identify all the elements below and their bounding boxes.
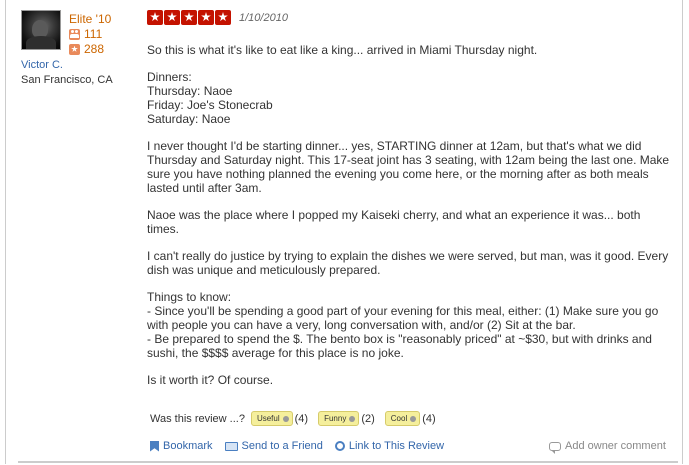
link-to-review-label: Link to This Review (348, 440, 445, 452)
vote-dot-icon (410, 415, 417, 422)
review-paragraph: Is it worth it? Of course. (147, 373, 274, 387)
mail-icon (224, 441, 238, 451)
elite-badge[interactable]: Elite '10 (69, 12, 111, 26)
cool-button[interactable]: Cool (384, 411, 421, 426)
reviews-count-value: 288 (84, 42, 105, 56)
send-to-friend-link[interactable]: Send to a Friend (224, 440, 323, 452)
bookmark-label: Bookmark (163, 440, 213, 452)
review-paragraph: So this is what it's like to eat like a … (147, 43, 538, 57)
review-paragraph: Things to know: - Since you'll be spendi… (147, 290, 659, 360)
vote-dot-icon (349, 415, 356, 422)
reviews-count: 288 (69, 42, 104, 56)
review-paragraph: I never thought I'd be starting dinner..… (147, 139, 670, 195)
star-icon (164, 10, 180, 25)
review-paragraph: Naoe was the place where I popped my Kai… (147, 208, 641, 236)
star-icon (198, 10, 214, 25)
avatar[interactable] (21, 10, 61, 50)
review-paragraph: I can't really do justice by trying to e… (147, 249, 669, 277)
link-icon (332, 438, 347, 454)
review-header: 1/10/2010 (147, 10, 288, 25)
review-star-icon (69, 43, 80, 55)
review-actions: Bookmark Send to a Friend Link to This R… (150, 438, 456, 454)
star-icon (147, 10, 163, 25)
bookmark-link[interactable]: Bookmark (150, 440, 213, 452)
friends-count-value: 111 (84, 27, 103, 41)
star-icon (181, 10, 197, 25)
avatar-shoulders (26, 36, 56, 49)
cool-label: Cool (390, 414, 408, 423)
cool-count: (4) (422, 412, 436, 425)
star-rating (147, 10, 231, 25)
funny-label: Funny (324, 414, 347, 423)
owner-comment-label: Add owner comment (565, 440, 666, 452)
review-date: 1/10/2010 (239, 11, 288, 24)
useful-label: Useful (256, 414, 280, 423)
friends-count: 111 (69, 27, 102, 41)
bookmark-icon (150, 440, 159, 452)
comment-icon (549, 441, 561, 454)
reviewer-name-link[interactable]: Victor C. (21, 59, 63, 71)
vote-dot-icon (282, 415, 289, 422)
review-text: So this is what it's like to eat like a … (147, 43, 672, 400)
vote-prompt: Was this review ...? (150, 412, 245, 425)
useful-button[interactable]: Useful (250, 411, 293, 426)
vote-row: Was this review ...? Useful (4) Funny (2… (150, 411, 446, 426)
reviewer-location: San Francisco, CA (21, 74, 113, 86)
funny-count: (2) (361, 412, 375, 425)
link-to-review[interactable]: Link to This Review (332, 438, 445, 454)
send-to-friend-label: Send to a Friend (241, 440, 323, 452)
useful-count: (4) (294, 412, 309, 425)
review-paragraph: Dinners: Thursday: Naoe Friday: Joe's St… (147, 70, 273, 126)
divider (18, 461, 678, 463)
friends-icon (69, 28, 80, 40)
star-icon (215, 10, 231, 25)
funny-button[interactable]: Funny (318, 411, 360, 426)
add-owner-comment-link[interactable]: Add owner comment (549, 440, 666, 454)
